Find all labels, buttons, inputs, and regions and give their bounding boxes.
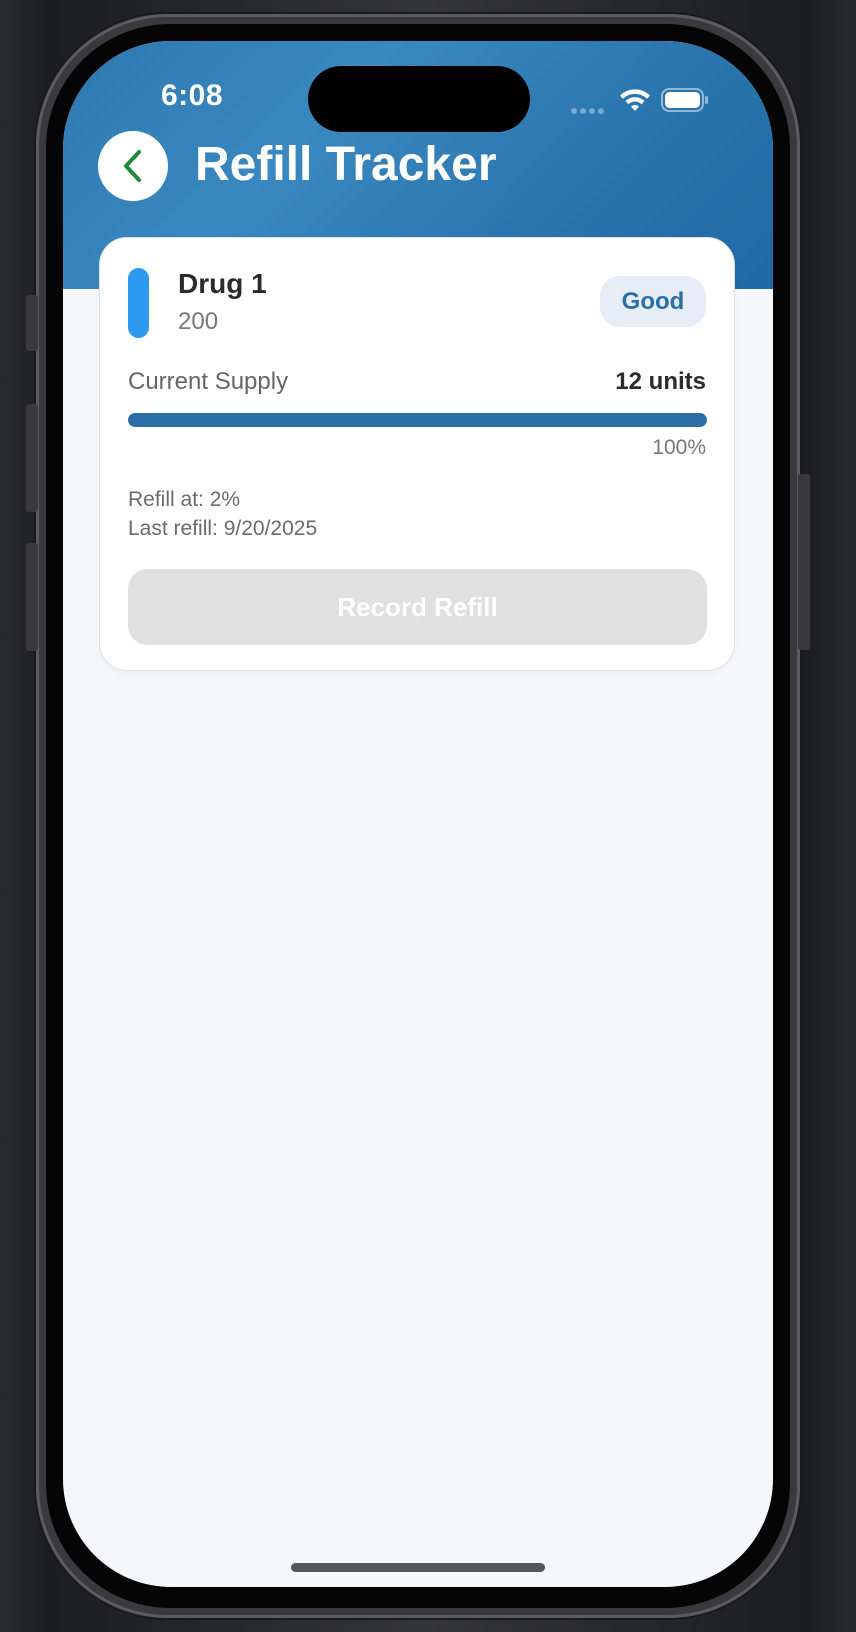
drug-name: Drug 1 xyxy=(178,268,267,299)
supply-value: 12 units xyxy=(615,368,706,395)
status-badge: Good xyxy=(600,276,706,327)
drug-color-indicator xyxy=(128,268,149,338)
volume-up-button xyxy=(26,404,38,512)
record-refill-button[interactable]: Record Refill xyxy=(128,569,707,645)
chevron-left-icon xyxy=(124,150,141,182)
signal-icon xyxy=(571,101,607,119)
drug-dose: 200 xyxy=(178,308,219,335)
volume-down-button xyxy=(26,543,38,651)
back-button[interactable] xyxy=(98,131,168,201)
supply-label: Current Supply xyxy=(128,368,289,395)
refill-threshold: Refill at: 2% xyxy=(128,488,241,511)
medication-card: Drug 1 200 Good Current Supply 12 units … xyxy=(99,237,735,671)
app-screen: 6:08 Refill Tracker Drug 1 200 Good Curr… xyxy=(63,41,773,1587)
status-time: 6:08 xyxy=(161,79,224,112)
battery-icon xyxy=(661,88,708,112)
wifi-icon xyxy=(620,89,650,111)
supply-progress-fill xyxy=(128,413,707,427)
supply-progress-bar xyxy=(128,413,707,427)
home-indicator[interactable] xyxy=(291,1563,545,1572)
dynamic-island xyxy=(308,66,530,132)
power-button xyxy=(798,474,810,650)
page-title: Refill Tracker xyxy=(195,138,497,191)
supply-percent: 100% xyxy=(652,436,706,459)
last-refill-date: Last refill: 9/20/2025 xyxy=(128,517,318,540)
action-button xyxy=(26,295,38,351)
